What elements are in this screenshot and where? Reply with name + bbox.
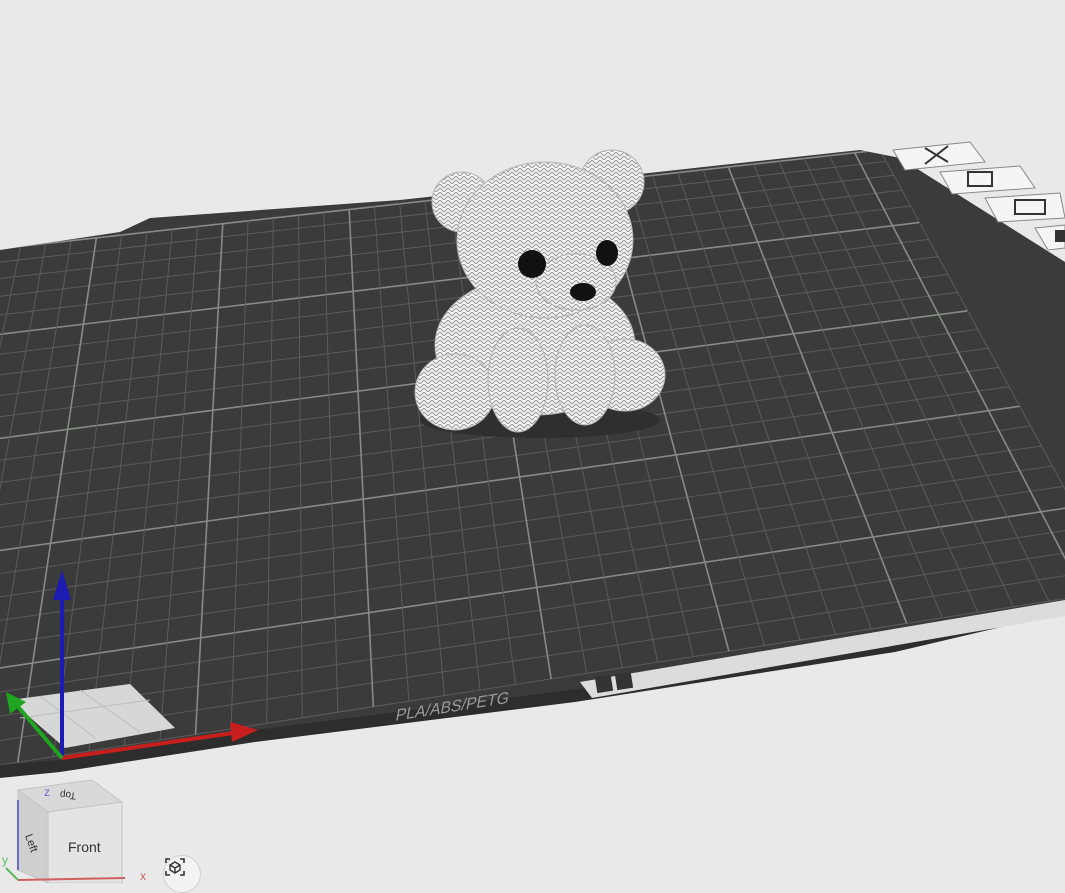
view-cube-top-label: Top	[59, 788, 76, 800]
cube-y-label: y	[2, 853, 8, 867]
cube-y-axis	[5, 867, 19, 881]
tab-layers[interactable]	[984, 192, 1065, 223]
snapshot-button[interactable]	[163, 855, 201, 893]
bear-leg-left	[414, 353, 496, 431]
bear-eye-left	[518, 250, 546, 278]
cube-x-label: x	[140, 869, 146, 883]
3d-viewport[interactable]: PLA/ABS/PETG Front Left Top z x y	[0, 0, 1065, 893]
bear-arm-right	[554, 324, 616, 426]
view-cube-front-label: Front	[68, 839, 101, 855]
qr-icon	[594, 674, 614, 694]
tab-arrange[interactable]	[939, 165, 1036, 195]
plate-type-icon	[614, 671, 634, 691]
camera-cube-icon	[165, 858, 185, 876]
settings-icon	[1055, 230, 1065, 242]
view-cube[interactable]: Front Left Top z x y	[2, 779, 146, 883]
bear-nose	[570, 283, 596, 301]
bear-arm-left	[487, 327, 549, 433]
cube-z-label: z	[44, 785, 50, 799]
bear-eye-right	[596, 240, 618, 266]
